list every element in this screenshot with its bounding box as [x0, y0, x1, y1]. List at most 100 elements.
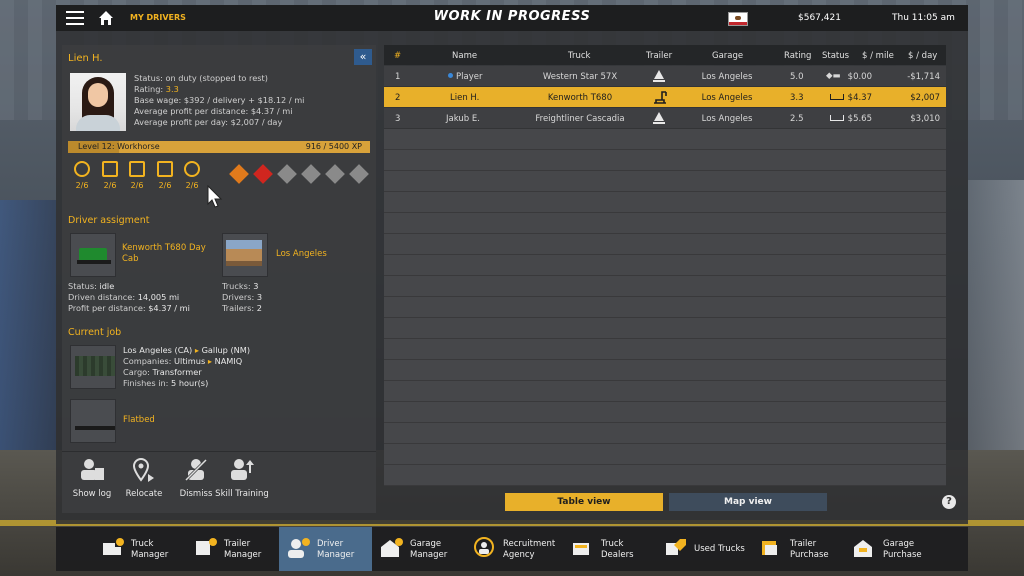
nav-driver-manager[interactable]: Driver Manager — [279, 527, 372, 571]
drivers-window: MY DRIVERS WORK IN PROGRESS $567,421 Thu… — [56, 5, 968, 524]
background-left — [0, 200, 56, 460]
help-icon[interactable]: ? — [942, 495, 956, 509]
empty-row — [384, 297, 946, 318]
cargo-thumbnail — [70, 345, 116, 389]
col-trailer[interactable]: Trailer — [646, 51, 672, 61]
money-balance: $567,421 — [798, 13, 841, 23]
collapse-panel-button[interactable]: « — [354, 49, 372, 65]
assignment-garage-stats: Trucks: 3 Drivers: 3 Trailers: 2 — [222, 281, 263, 313]
nav-used-trucks[interactable]: Used Trucks — [656, 527, 752, 571]
col-rating[interactable]: Rating — [784, 51, 811, 61]
adr-flammable-icon[interactable] — [277, 164, 297, 184]
truck-thumbnail[interactable] — [70, 233, 116, 277]
empty-row — [384, 423, 946, 444]
top-bar: MY DRIVERS WORK IN PROGRESS $567,421 Thu… — [56, 5, 968, 31]
skill-training-icon — [231, 459, 254, 480]
adr-gas-icon[interactable] — [253, 164, 273, 184]
adr-radioactive-icon[interactable] — [325, 164, 345, 184]
nav-truck-dealers[interactable]: Truck Dealers — [563, 527, 656, 571]
trailer-manager-icon — [196, 538, 217, 555]
garage-thumbnail[interactable] — [222, 233, 268, 277]
driver-wage: Base wage: $392 / delivery + $18.12 / mi — [134, 95, 305, 105]
assignment-truck-stats: Status: idle Driven distance: 14,005 mi … — [68, 281, 190, 313]
table-row-selected[interactable]: 2 Lien H. Kenworth T680 Los Angeles 3.3 … — [384, 87, 946, 108]
level-progress-bar: Level 12: Workhorse 916 / 5400 XP — [68, 141, 370, 153]
long-distance-icon[interactable]: 2/6 — [70, 161, 94, 190]
table-header: # Name Truck Trailer Garage Rating Statu… — [384, 45, 946, 65]
trailer-owned-icon — [653, 70, 665, 82]
trailer-purchase-icon — [762, 541, 777, 555]
empty-row — [384, 465, 946, 486]
bottom-navigation: Truck Manager Trailer Manager Driver Manage… — [56, 527, 968, 571]
driver-profit-distance: Average profit per distance: $4.37 / mi — [134, 106, 293, 116]
show-log-button[interactable]: Show log — [64, 458, 120, 499]
dismiss-icon — [184, 458, 208, 482]
assigned-truck-link[interactable]: Kenworth T680 Day Cab — [122, 243, 214, 265]
empty-row — [384, 444, 946, 465]
driver-status: on duty (stopped to rest) — [165, 73, 268, 83]
ecodriving-icon[interactable]: 2/6 — [180, 161, 204, 190]
assigned-garage-link[interactable]: Los Angeles — [276, 249, 327, 260]
driver-manager-icon — [288, 538, 310, 558]
skill-training-button[interactable]: Skill Training — [214, 458, 270, 499]
just-in-time-icon[interactable]: 2/6 — [153, 161, 177, 190]
empty-row — [384, 192, 946, 213]
nav-truck-manager[interactable]: Truck Manager — [93, 527, 186, 571]
empty-row — [384, 381, 946, 402]
nav-trailer-purchase[interactable]: Trailer Purchase — [752, 527, 845, 571]
truck-dealers-icon — [573, 543, 589, 555]
status-rest-icon — [830, 115, 844, 121]
empty-row — [384, 171, 946, 192]
col-name[interactable]: Name — [452, 51, 477, 61]
driver-detail-panel: Lien H. « Status: on duty (stopped to re… — [62, 45, 376, 513]
nav-garage-manager[interactable]: Garage Manager — [372, 527, 465, 571]
nav-garage-purchase[interactable]: Garage Purchase — [845, 527, 938, 571]
empty-row — [384, 276, 946, 297]
trailer-thumbnail[interactable] — [70, 399, 116, 443]
trailer-crane-icon — [654, 91, 667, 104]
relocate-button[interactable]: Relocate — [116, 457, 172, 499]
driver-rating: 3.3 — [165, 84, 179, 94]
garage-purchase-icon — [854, 540, 872, 557]
state-flag-icon — [728, 12, 748, 26]
adr-corrosive-icon[interactable] — [349, 164, 369, 184]
trailer-link[interactable]: Flatbed — [123, 415, 155, 426]
driver-name: Lien H. — [68, 53, 103, 64]
col-per-day[interactable]: $ / day — [908, 51, 937, 61]
col-truck[interactable]: Truck — [568, 51, 590, 61]
empty-row — [384, 255, 946, 276]
adr-toxic-icon[interactable] — [301, 164, 321, 184]
job-info: Los Angeles (CA) ▸ Gallup (NM) Companies… — [123, 345, 251, 388]
show-log-icon — [81, 459, 104, 480]
col-status[interactable]: Status — [822, 51, 849, 61]
high-value-cargo-icon[interactable]: 2/6 — [98, 161, 122, 190]
table-view-button[interactable]: Table view — [505, 493, 663, 511]
player-dot-icon — [448, 73, 453, 78]
nav-trailer-manager[interactable]: Trailer Manager — [186, 527, 279, 571]
recruitment-agency-icon — [474, 537, 494, 557]
current-job-heading: Current job — [68, 327, 122, 338]
relocate-icon — [132, 457, 154, 482]
empty-row — [384, 150, 946, 171]
map-view-button[interactable]: Map view — [669, 493, 827, 511]
driver-profit-day: Average profit per day: $2,007 / day — [134, 117, 283, 127]
table-row[interactable]: 3 Jakub E. Freightliner Cascadia Los Ang… — [384, 108, 946, 129]
driver-info: Status: on duty (stopped to rest) Rating… — [134, 73, 305, 127]
fragile-cargo-icon[interactable]: 2/6 — [125, 161, 149, 190]
driver-assignment-heading: Driver assigment — [68, 215, 150, 226]
empty-row — [384, 318, 946, 339]
mouse-cursor-icon — [207, 185, 223, 208]
col-per-mile[interactable]: $ / mile — [862, 51, 894, 61]
table-row[interactable]: 1 Player Western Star 57X Los Angeles 5.… — [384, 66, 946, 87]
col-number[interactable]: # — [394, 51, 401, 61]
adr-explosives-icon[interactable] — [229, 164, 249, 184]
driver-portrait — [70, 73, 126, 131]
empty-row — [384, 402, 946, 423]
truck-manager-icon — [103, 538, 124, 555]
used-trucks-icon — [666, 539, 686, 555]
nav-recruitment-agency[interactable]: Recruitment Agency — [465, 527, 563, 571]
empty-row — [384, 339, 946, 360]
status-driving-icon: ◆▬ — [826, 71, 841, 81]
col-garage[interactable]: Garage — [712, 51, 743, 61]
status-rest-icon — [830, 94, 844, 100]
